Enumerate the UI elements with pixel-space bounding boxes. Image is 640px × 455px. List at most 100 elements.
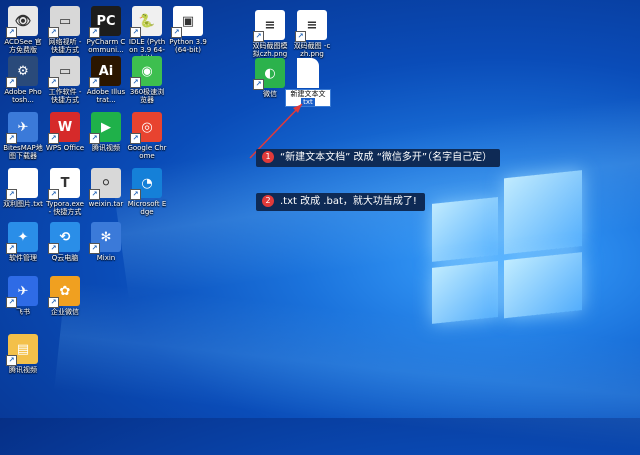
shortcut-arrow-icon: ↗	[48, 243, 59, 254]
drive-icon: ▭ ↗	[48, 56, 80, 88]
desktop-icon-label: weixin.tar	[88, 200, 124, 208]
text-file-icon: ↗	[6, 168, 38, 200]
mixin-icon: ✻ ↗	[89, 222, 121, 254]
desktop-icon-label: 软件管理	[9, 254, 37, 262]
desktop-icon[interactable]: W ↗ WPS Office	[45, 112, 85, 152]
desktop-icon-label: Python 3.9 (64-bit)	[169, 38, 207, 54]
desktop-icon-label: 腾讯视频	[9, 366, 37, 374]
rename-input[interactable]: 新建文本文 txt	[285, 89, 331, 107]
desktop-icon[interactable]: ✈ ↗ BitesMAP地图下载器	[3, 112, 43, 160]
desktop-icon[interactable]: ◔ ↗ Microsoft Edge	[127, 168, 167, 216]
shortcut-arrow-icon: ↗	[48, 27, 59, 38]
desktop-icon-label: BitesMAP地图下载器	[3, 144, 43, 160]
desktop-icon[interactable]: ≡ ↗ 双码截图模拟czh.png	[250, 10, 290, 58]
shortcut-arrow-icon: ↗	[130, 133, 141, 144]
shortcut-arrow-icon: ↗	[171, 27, 182, 38]
desktop-icon-label: 双码截图 -czh.png	[293, 42, 331, 58]
shortcut-arrow-icon: ↗	[6, 77, 17, 88]
shortcut-arrow-icon: ↗	[130, 189, 141, 200]
wecom-icon: ✿ ↗	[48, 276, 80, 308]
shortcut-arrow-icon: ↗	[6, 243, 17, 254]
video-icon: ▶ ↗	[89, 112, 121, 144]
photoshop-icon: ⚙ ↗	[6, 56, 38, 88]
desktop-icon[interactable]: ✿ ↗ 企业微信	[45, 276, 85, 316]
callout-step-1: 1 “新建文本文档” 改成 “微信多开”（名字自己定）	[256, 149, 501, 167]
shortcut-arrow-icon: ↗	[6, 133, 17, 144]
step-badge: 2	[262, 195, 274, 207]
desktop-icon[interactable]: 👁 ↗ ACDSee 官方免费版	[3, 6, 43, 54]
callout-step-2: 2 .txt 改成 .bat，就大功告成了!	[256, 193, 425, 211]
shortcut-arrow-icon: ↗	[48, 77, 59, 88]
browser-360-icon: ◉ ↗	[130, 56, 162, 88]
shortcut-arrow-icon: ↗	[48, 133, 59, 144]
shortcut-arrow-icon: ↗	[6, 27, 17, 38]
step-badge: 1	[262, 151, 274, 163]
desktop-icon[interactable]: ⟲ ↗ Q云电脑	[45, 222, 85, 262]
acdsee-icon: 👁 ↗	[6, 6, 38, 38]
typora-icon: T ↗	[48, 168, 80, 200]
desktop-icon[interactable]: ▶ ↗ 腾讯视频	[86, 112, 126, 152]
chrome-icon: ◎ ↗	[130, 112, 162, 144]
desktop-icon[interactable]: ◐ ↗ 微信	[250, 58, 290, 98]
shortcut-arrow-icon: ↗	[130, 77, 141, 88]
desktop-icon-label: ACDSee 官方免费版	[4, 38, 42, 54]
desktop-icon-label: Adobe Photosh...	[4, 88, 42, 104]
desktop-icon-label: 飞书	[16, 308, 30, 316]
desktop-icon-new-text-file[interactable]: 新建文本文 txt	[285, 58, 331, 107]
illustrator-icon: Ai ↗	[89, 56, 121, 88]
shortcut-arrow-icon: ↗	[253, 31, 264, 42]
desktop-icon[interactable]: T ↗ Typora.exe - 快捷方式	[45, 168, 85, 216]
desktop-icon[interactable]: ▭ ↗ 工作软件 - 快捷方式	[45, 56, 85, 104]
wechat-icon: ◐ ↗	[253, 58, 285, 90]
archive-icon: ⚪ ↗	[89, 168, 121, 200]
desktop-icon[interactable]: ✈ ↗ 飞书	[3, 276, 43, 316]
desktop-icon-label: Google Chrome	[127, 144, 167, 160]
desktop-icon[interactable]: ▤ ↗ 腾讯视频	[3, 334, 43, 374]
desktop-icon-label: 腾讯视频	[92, 144, 120, 152]
edge-icon: ◔ ↗	[130, 168, 162, 200]
shortcut-arrow-icon: ↗	[295, 31, 306, 42]
desktop-icon[interactable]: 🐍↗IDLE (Python 3.9 64-bit)	[127, 6, 167, 62]
shortcut-arrow-icon: ↗	[6, 297, 17, 308]
shortcut-arrow-icon: ↗	[89, 189, 100, 200]
desktop-icon-label: Microsoft Edge	[127, 200, 167, 216]
desktop-icon[interactable]: ▭ ↗ 网络视听 - 快捷方式	[45, 6, 85, 54]
text-file-icon	[297, 58, 319, 88]
image-file-icon: ≡ ↗	[253, 10, 285, 42]
desktop-icon[interactable]: ✦ ↗ 软件管理	[3, 222, 43, 262]
python-icon: ▣ ↗	[171, 6, 203, 38]
cloud-pc-icon: ⟲ ↗	[48, 222, 80, 254]
desktop-icon[interactable]: ↗ 双利图片.txt	[3, 168, 43, 208]
shortcut-arrow-icon: ↗	[89, 27, 100, 38]
desktop-icon-label: 双利图片.txt	[3, 200, 43, 208]
desktop-icon[interactable]: ◎ ↗ Google Chrome	[127, 112, 167, 160]
desktop-icon-label: 企业微信	[51, 308, 79, 316]
map-icon: ✈ ↗	[6, 112, 38, 144]
wps-icon: W ↗	[48, 112, 80, 144]
shortcut-arrow-icon: ↗	[89, 243, 100, 254]
desktop-icon[interactable]: Ai ↗ Adobe Illustrat...	[86, 56, 126, 104]
desktop-icon[interactable]: ≡ ↗ 双码截图 -czh.png	[292, 10, 332, 58]
python-idle-icon: 🐍 ↗	[130, 6, 162, 38]
desktop-icon[interactable]: ⚙ ↗ Adobe Photosh...	[3, 56, 43, 104]
shortcut-arrow-icon: ↗	[89, 77, 100, 88]
shortcut-arrow-icon: ↗	[130, 27, 141, 38]
drive-icon: ▭ ↗	[48, 6, 80, 38]
desktop-icon-label: 网络视听 - 快捷方式	[48, 38, 82, 54]
pycharm-icon: PC ↗	[89, 6, 121, 38]
desktop-icon[interactable]: PC ↗ PyCharm Communi...	[86, 6, 126, 54]
shortcut-arrow-icon: ↗	[6, 189, 17, 200]
folder-icon: ▤ ↗	[6, 334, 38, 366]
desktop-icon-label: Typora.exe - 快捷方式	[46, 200, 84, 216]
desktop-icon-label: 双码截图模拟czh.png	[252, 42, 288, 58]
image-file-icon: ≡ ↗	[295, 10, 327, 42]
desktop-icon[interactable]: ✻ ↗ Mixin	[86, 222, 126, 262]
software-manager-icon: ✦ ↗	[6, 222, 38, 254]
desktop-icon[interactable]: ▣ ↗ Python 3.9 (64-bit)	[168, 6, 208, 54]
desktop-icon-label: PyCharm Communi...	[86, 38, 126, 54]
shortcut-arrow-icon: ↗	[48, 189, 59, 200]
desktop-icon[interactable]: ⚪ ↗ weixin.tar	[86, 168, 126, 208]
desktop-icon-label: 360极速浏览器	[129, 88, 165, 104]
desktop-icon[interactable]: ◉ ↗ 360极速浏览器	[127, 56, 167, 104]
desktop-icon-label: Mixin	[96, 254, 116, 262]
